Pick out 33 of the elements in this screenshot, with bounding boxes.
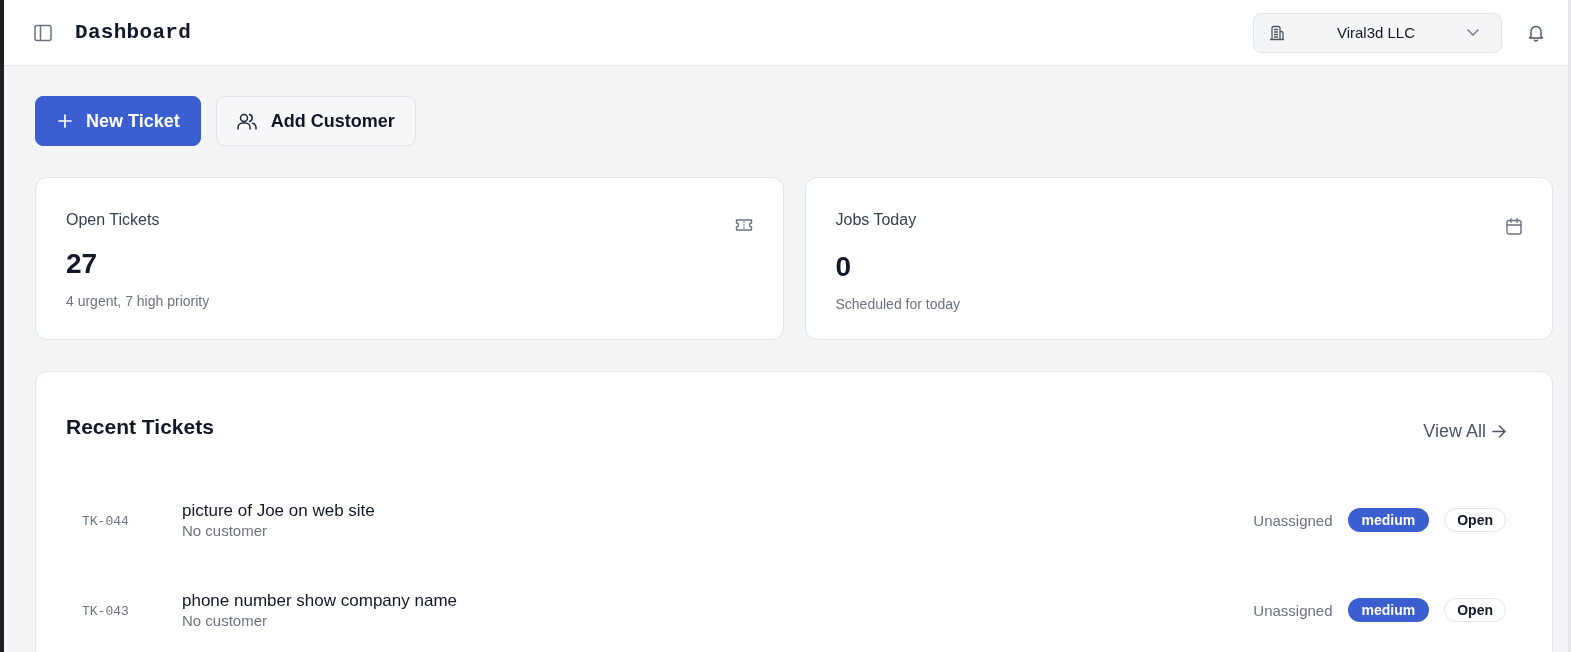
add-customer-button[interactable]: Add Customer <box>215 96 416 146</box>
stat-title: Jobs Today <box>835 210 917 230</box>
ticket-assignee: Unassigned <box>1253 511 1333 529</box>
priority-badge: medium <box>1347 508 1430 532</box>
building-icon <box>1269 24 1285 41</box>
status-badge: Open <box>1444 598 1506 622</box>
ticket-id: TK-043 <box>82 602 130 619</box>
ticket-title[interactable]: phone number show company name <box>182 589 457 611</box>
stat-title: Open Tickets <box>66 210 160 230</box>
users-icon <box>236 112 257 130</box>
status-badge: Open <box>1444 508 1506 532</box>
section-title: Recent Tickets <box>66 415 214 439</box>
chevron-down-icon <box>1467 29 1479 36</box>
stat-value: 0 <box>835 251 852 283</box>
stat-value: 27 <box>66 248 98 280</box>
ticket-icon <box>734 218 753 232</box>
ticket-customer: No customer <box>182 610 268 631</box>
ticket-title[interactable]: picture of Joe on web site <box>182 499 375 521</box>
priority-badge: medium <box>1347 598 1430 622</box>
stat-subtitle: Scheduled for today <box>835 296 961 312</box>
view-all-link[interactable]: View All <box>1423 420 1506 442</box>
arrow-right-icon <box>1492 424 1506 438</box>
stat-subtitle: 4 urgent, 7 high priority <box>66 293 210 309</box>
ticket-customer: No customer <box>182 520 268 541</box>
sidebar-toggle-icon[interactable] <box>34 23 52 42</box>
plus-icon <box>58 114 72 128</box>
notifications-icon[interactable] <box>1528 23 1544 42</box>
page-title: Dashboard <box>75 21 192 44</box>
ticket-id: TK-044 <box>82 512 130 529</box>
new-ticket-button[interactable]: New Ticket <box>35 96 201 146</box>
ticket-assignee: Unassigned <box>1253 601 1333 619</box>
calendar-icon <box>1506 218 1522 235</box>
organization-selector[interactable]: Viral3d LLC <box>1253 12 1502 53</box>
